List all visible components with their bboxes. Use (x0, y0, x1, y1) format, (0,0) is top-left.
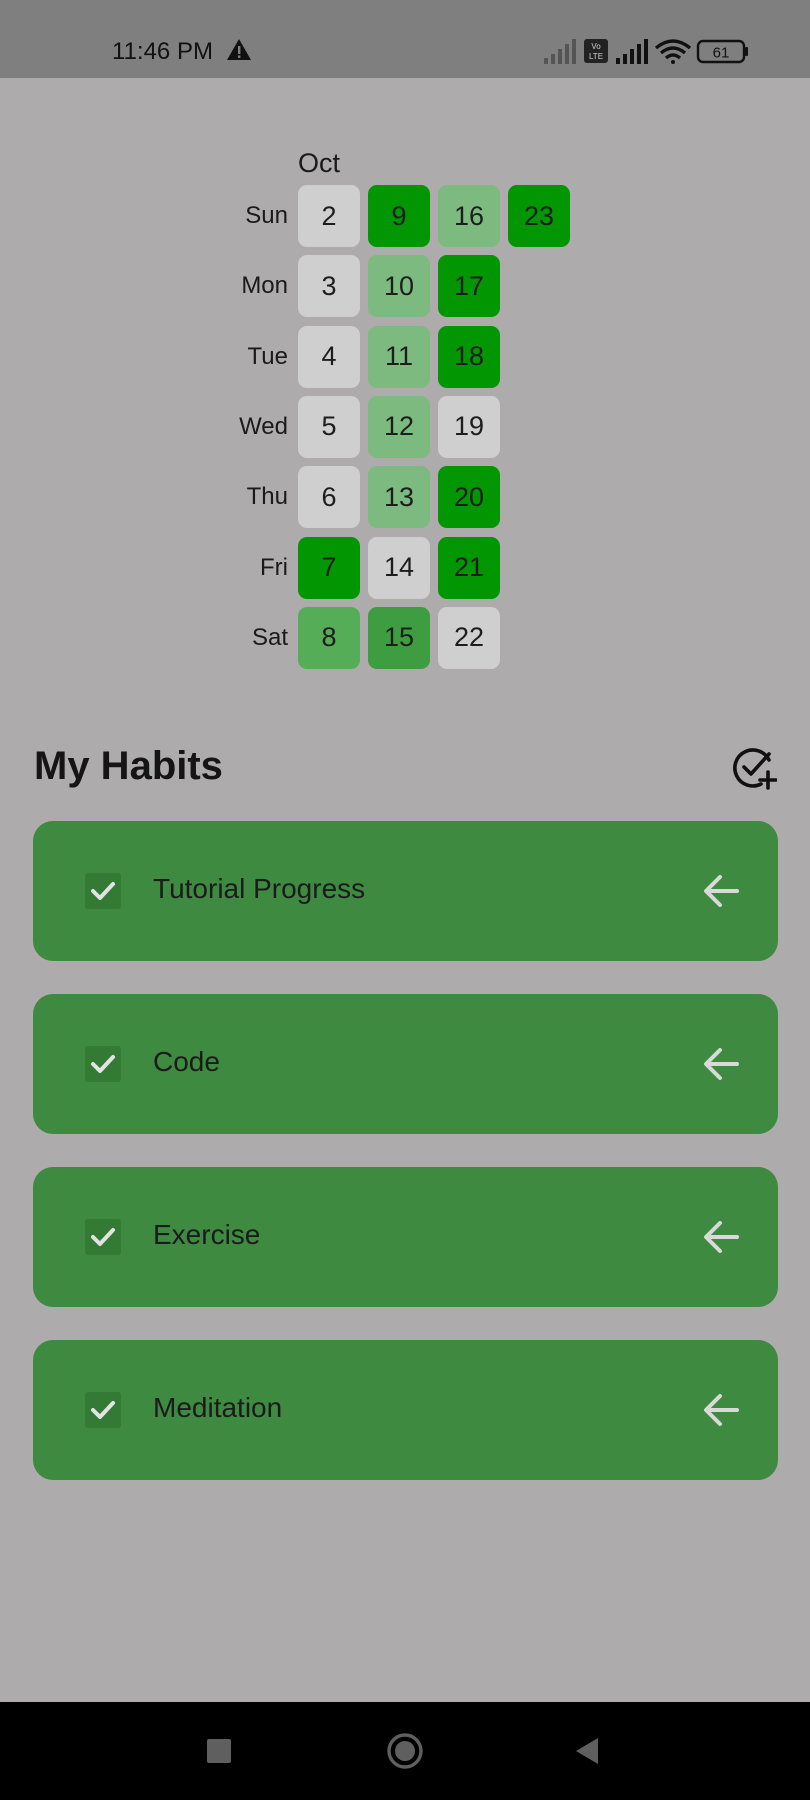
arrow-left-icon[interactable] (701, 1044, 741, 1084)
habit-checkbox[interactable] (85, 1392, 121, 1428)
svg-text:Vo: Vo (591, 42, 601, 51)
svg-text:61: 61 (713, 45, 730, 62)
signal-icon (616, 39, 648, 64)
check-icon (91, 882, 115, 900)
day-label-tue: Tue (247, 342, 288, 370)
svg-text:LTE: LTE (589, 52, 603, 61)
calendar-day-cell[interactable]: 18 (438, 325, 500, 388)
calendar-day-cell[interactable]: 17 (438, 255, 500, 318)
day-label-wed: Wed (239, 412, 288, 440)
habit-card[interactable]: Tutorial Progress (33, 821, 778, 961)
calendar-day-cell[interactable]: 15 (368, 606, 430, 669)
calendar-day-cell[interactable]: 11 (368, 325, 430, 388)
arrow-left-icon[interactable] (701, 1217, 741, 1257)
habit-card[interactable]: Meditation (33, 1340, 778, 1480)
arrow-left-icon[interactable] (701, 871, 741, 911)
calendar-day-cell[interactable]: 2 (298, 185, 360, 247)
home-icon[interactable] (386, 1732, 424, 1770)
habit-name: Tutorial Progress (153, 873, 366, 904)
calendar-day-cell[interactable]: 3 (298, 255, 360, 318)
calendar-day-cell[interactable]: 14 (368, 536, 430, 599)
calendar-day-cell[interactable]: 8 (298, 606, 360, 669)
habit-checkbox[interactable] (85, 873, 121, 909)
calendar-day-cell[interactable]: 5 (298, 395, 360, 458)
calendar-day-cell[interactable]: 12 (368, 395, 430, 458)
calendar-day-cell[interactable]: 10 (368, 255, 430, 318)
habits-title: My Habits (34, 744, 223, 788)
calendar-day-cell[interactable]: 19 (438, 395, 500, 458)
recents-icon[interactable] (206, 1738, 232, 1764)
check-icon (91, 1401, 115, 1419)
calendar-day-cell[interactable]: 7 (298, 536, 360, 599)
wifi-icon (654, 39, 692, 64)
habit-card[interactable]: Code (33, 994, 778, 1134)
calendar-day-cell[interactable]: 16 (438, 185, 500, 247)
habit-checkbox[interactable] (85, 1046, 121, 1082)
calendar-day-cell[interactable]: 21 (438, 536, 500, 599)
calendar-day-cell[interactable]: 22 (438, 606, 500, 669)
add-habit-button[interactable] (728, 742, 780, 794)
calendar-day-cell[interactable]: 6 (298, 466, 360, 529)
day-label-fri: Fri (260, 553, 288, 581)
back-icon[interactable] (574, 1736, 600, 1766)
habit-checkbox[interactable] (85, 1219, 121, 1255)
check-icon (91, 1228, 115, 1246)
status-time: 11:46 PM (112, 38, 213, 65)
check-icon (91, 1055, 115, 1073)
status-icons: Vo LTE 61 (544, 39, 748, 64)
calendar-day-cell[interactable]: 9 (368, 185, 430, 247)
warning-icon (227, 39, 251, 60)
volte-icon: Vo LTE (584, 39, 608, 63)
habit-name: Code (153, 1046, 220, 1077)
battery-icon: 61 (696, 39, 748, 64)
day-label-thu: Thu (246, 483, 288, 511)
habit-name: Meditation (153, 1392, 283, 1423)
day-label-mon: Mon (241, 272, 288, 300)
calendar-day-cell[interactable]: 13 (368, 466, 430, 529)
signal-icon (544, 39, 576, 64)
arrow-left-icon[interactable] (701, 1390, 741, 1430)
nav-bar (0, 1702, 810, 1800)
calendar-day-cell[interactable]: 20 (438, 466, 500, 529)
month-label: Oct (298, 148, 341, 178)
habit-card[interactable]: Exercise (33, 1167, 778, 1307)
status-bar: 11:46 PM Vo LTE 61 (0, 0, 810, 78)
add-task-icon (733, 748, 777, 790)
habit-name: Exercise (153, 1219, 261, 1250)
day-label-sun: Sun (245, 202, 288, 229)
calendar-day-cell[interactable]: 4 (298, 325, 360, 388)
day-label-sat: Sat (251, 623, 288, 651)
calendar-day-cell[interactable]: 23 (508, 185, 570, 247)
